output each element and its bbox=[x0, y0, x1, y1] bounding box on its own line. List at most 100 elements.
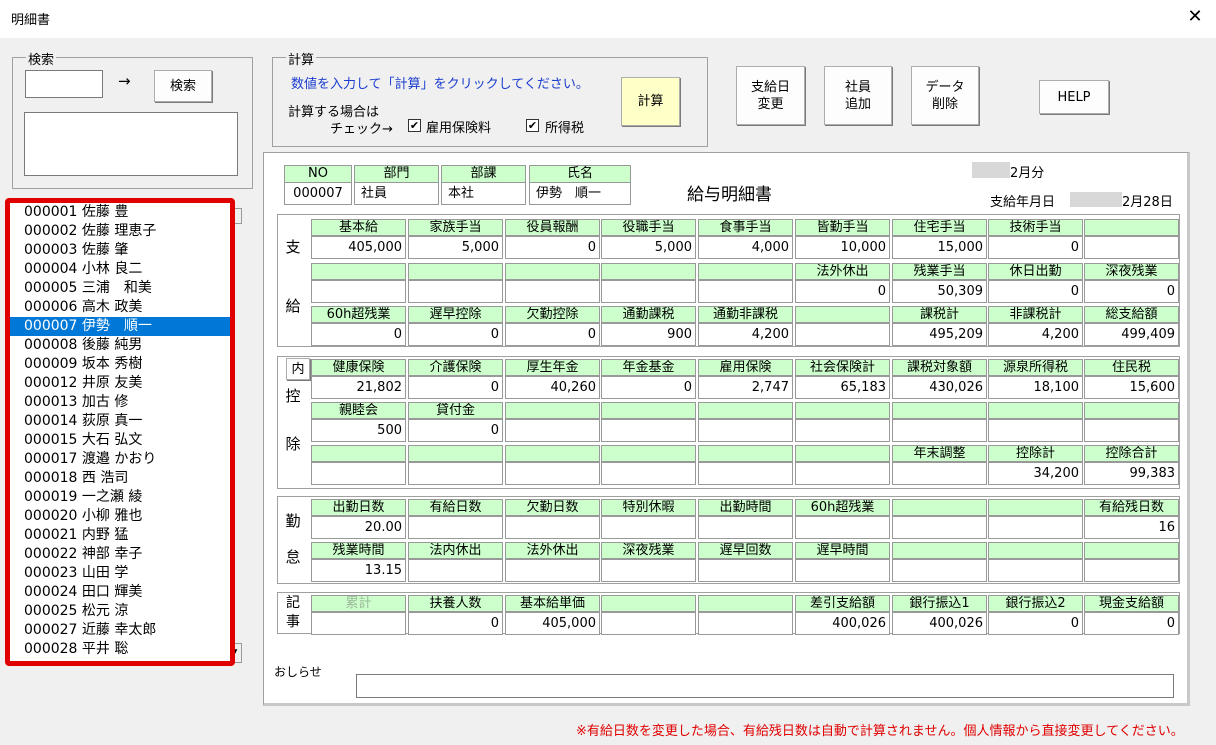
shikyu-value-cell[interactable] bbox=[698, 280, 793, 303]
no-value[interactable]: 000007 bbox=[284, 182, 352, 205]
kojo-value-cell[interactable]: 34,200 bbox=[988, 462, 1083, 485]
kintai-value-cell[interactable] bbox=[892, 559, 987, 582]
shikyu-value-cell[interactable] bbox=[601, 280, 696, 303]
shikyu-value-cell[interactable]: 4,000 bbox=[698, 236, 793, 259]
kiji-value-cell[interactable]: 0 bbox=[1084, 612, 1179, 635]
kintai-value-cell[interactable] bbox=[698, 516, 793, 539]
section-value[interactable]: 本社 bbox=[441, 182, 526, 205]
kojo-value-cell[interactable]: 0 bbox=[601, 376, 696, 399]
kojo-value-cell[interactable]: 40,260 bbox=[505, 376, 600, 399]
kojo-value-cell[interactable] bbox=[408, 462, 503, 485]
kintai-value-cell[interactable]: 13.15 bbox=[311, 559, 406, 582]
notice-input[interactable] bbox=[356, 674, 1174, 698]
kojo-value-cell[interactable]: 0 bbox=[408, 376, 503, 399]
kiji-value-cell[interactable]: 400,026 bbox=[795, 612, 890, 635]
name-value[interactable]: 伊勢 順一 bbox=[529, 182, 631, 205]
close-icon[interactable]: ✕ bbox=[1184, 6, 1206, 30]
kojo-value-cell[interactable]: 0 bbox=[408, 419, 503, 442]
shikyu-value-cell[interactable]: 900 bbox=[601, 323, 696, 346]
kintai-value-cell[interactable] bbox=[601, 559, 696, 582]
shikyu-value-cell[interactable]: 15,000 bbox=[892, 236, 987, 259]
kintai-value-cell[interactable] bbox=[408, 559, 503, 582]
kintai-value-cell[interactable] bbox=[795, 559, 890, 582]
shikyu-value-cell[interactable]: 4,200 bbox=[698, 323, 793, 346]
shikyu-value-cell[interactable] bbox=[408, 280, 503, 303]
kintai-value-cell[interactable] bbox=[988, 516, 1083, 539]
kiji-value-cell[interactable] bbox=[311, 612, 406, 635]
kiji-value-cell[interactable]: 400,026 bbox=[892, 612, 987, 635]
kojo-value-cell[interactable]: 21,802 bbox=[311, 376, 406, 399]
kojo-value-cell[interactable] bbox=[505, 462, 600, 485]
dept-value[interactable]: 社員 bbox=[354, 182, 439, 205]
kojo-value-cell[interactable] bbox=[795, 462, 890, 485]
kintai-value-cell[interactable] bbox=[505, 559, 600, 582]
shikyu-value-cell[interactable] bbox=[1084, 236, 1179, 259]
kojo-value-cell[interactable]: 500 bbox=[311, 419, 406, 442]
search-result-box[interactable] bbox=[24, 112, 238, 176]
kintai-value-cell[interactable] bbox=[892, 516, 987, 539]
search-input[interactable] bbox=[25, 70, 103, 98]
shikyu-value-cell[interactable]: 405,000 bbox=[311, 236, 406, 259]
kintai-value-cell[interactable] bbox=[988, 559, 1083, 582]
kojo-value-cell[interactable] bbox=[892, 419, 987, 442]
shikyu-value-cell[interactable] bbox=[311, 280, 406, 303]
kojo-value-cell[interactable]: 65,183 bbox=[795, 376, 890, 399]
kojo-value-cell[interactable] bbox=[311, 462, 406, 485]
shikyu-value-cell[interactable]: 4,200 bbox=[988, 323, 1083, 346]
kojo-value-cell[interactable] bbox=[1084, 419, 1179, 442]
pay-day-change-button[interactable]: 支給日 変更 bbox=[736, 66, 805, 125]
uchi-button[interactable]: 内 bbox=[286, 358, 310, 380]
shikyu-value-cell[interactable] bbox=[795, 323, 890, 346]
kintai-value-cell[interactable] bbox=[795, 516, 890, 539]
shikyu-value-cell[interactable]: 0 bbox=[505, 236, 600, 259]
kojo-value-cell[interactable]: 430,026 bbox=[892, 376, 987, 399]
shikyu-value-cell[interactable]: 0 bbox=[795, 280, 890, 303]
shotoku-checkbox[interactable]: ✔ bbox=[526, 119, 539, 132]
shikyu-value-cell[interactable]: 0 bbox=[988, 280, 1083, 303]
kojo-value-cell[interactable] bbox=[892, 462, 987, 485]
shikyu-value-cell[interactable]: 495,209 bbox=[892, 323, 987, 346]
shikyu-value-cell[interactable]: 0 bbox=[311, 323, 406, 346]
kintai-value-cell[interactable] bbox=[698, 559, 793, 582]
kojo-value-cell[interactable] bbox=[505, 419, 600, 442]
kintai-value-cell[interactable] bbox=[505, 516, 600, 539]
kiji-value-cell[interactable]: 405,000 bbox=[505, 612, 600, 635]
shikyu-value-cell[interactable]: 50,309 bbox=[892, 280, 987, 303]
kojo-value-cell[interactable]: 99,383 bbox=[1084, 462, 1179, 485]
search-button[interactable]: 検索 bbox=[154, 70, 212, 102]
shikyu-value-cell[interactable]: 10,000 bbox=[795, 236, 890, 259]
name-header: 氏名 bbox=[529, 165, 631, 183]
kiji-value-cell[interactable] bbox=[601, 612, 696, 635]
kojo-value-cell[interactable] bbox=[988, 419, 1083, 442]
shikyu-value-cell[interactable]: 0 bbox=[505, 323, 600, 346]
koyo-checkbox[interactable]: ✔ bbox=[408, 119, 421, 132]
shikyu-value-cell[interactable]: 499,409 bbox=[1084, 323, 1179, 346]
kojo-value-cell[interactable]: 15,600 bbox=[1084, 376, 1179, 399]
delete-data-button[interactable]: データ 削除 bbox=[911, 66, 979, 125]
shikyu-value-cell[interactable]: 0 bbox=[1084, 280, 1179, 303]
shikyu-value-cell[interactable]: 0 bbox=[408, 323, 503, 346]
add-employee-button[interactable]: 社員 追加 bbox=[824, 66, 892, 125]
shikyu-value-cell[interactable]: 5,000 bbox=[601, 236, 696, 259]
kojo-value-cell[interactable]: 18,100 bbox=[988, 376, 1083, 399]
kojo-value-cell[interactable] bbox=[698, 462, 793, 485]
kintai-value-cell[interactable] bbox=[408, 516, 503, 539]
kiji-value-cell[interactable] bbox=[698, 612, 793, 635]
kojo-value-cell[interactable]: 2,747 bbox=[698, 376, 793, 399]
kojo-value-cell[interactable] bbox=[601, 462, 696, 485]
shikyu-value-cell[interactable]: 0 bbox=[988, 236, 1083, 259]
shikyu-value-cell[interactable] bbox=[505, 280, 600, 303]
kojo-value-cell[interactable] bbox=[795, 419, 890, 442]
kintai-value-cell[interactable] bbox=[1084, 559, 1179, 582]
kojo-value-cell[interactable] bbox=[601, 419, 696, 442]
kojo-value-cell[interactable] bbox=[698, 419, 793, 442]
kiji-value-cell[interactable]: 0 bbox=[408, 612, 503, 635]
kojo-header-cell: 雇用保険 bbox=[698, 359, 793, 376]
calc-button[interactable]: 計算 bbox=[621, 77, 680, 126]
kiji-value-cell[interactable]: 0 bbox=[988, 612, 1083, 635]
help-button[interactable]: HELP bbox=[1039, 80, 1109, 114]
kintai-value-cell[interactable]: 16 bbox=[1084, 516, 1179, 539]
shikyu-value-cell[interactable]: 5,000 bbox=[408, 236, 503, 259]
kintai-value-cell[interactable] bbox=[601, 516, 696, 539]
kintai-value-cell[interactable]: 20.00 bbox=[311, 516, 406, 539]
